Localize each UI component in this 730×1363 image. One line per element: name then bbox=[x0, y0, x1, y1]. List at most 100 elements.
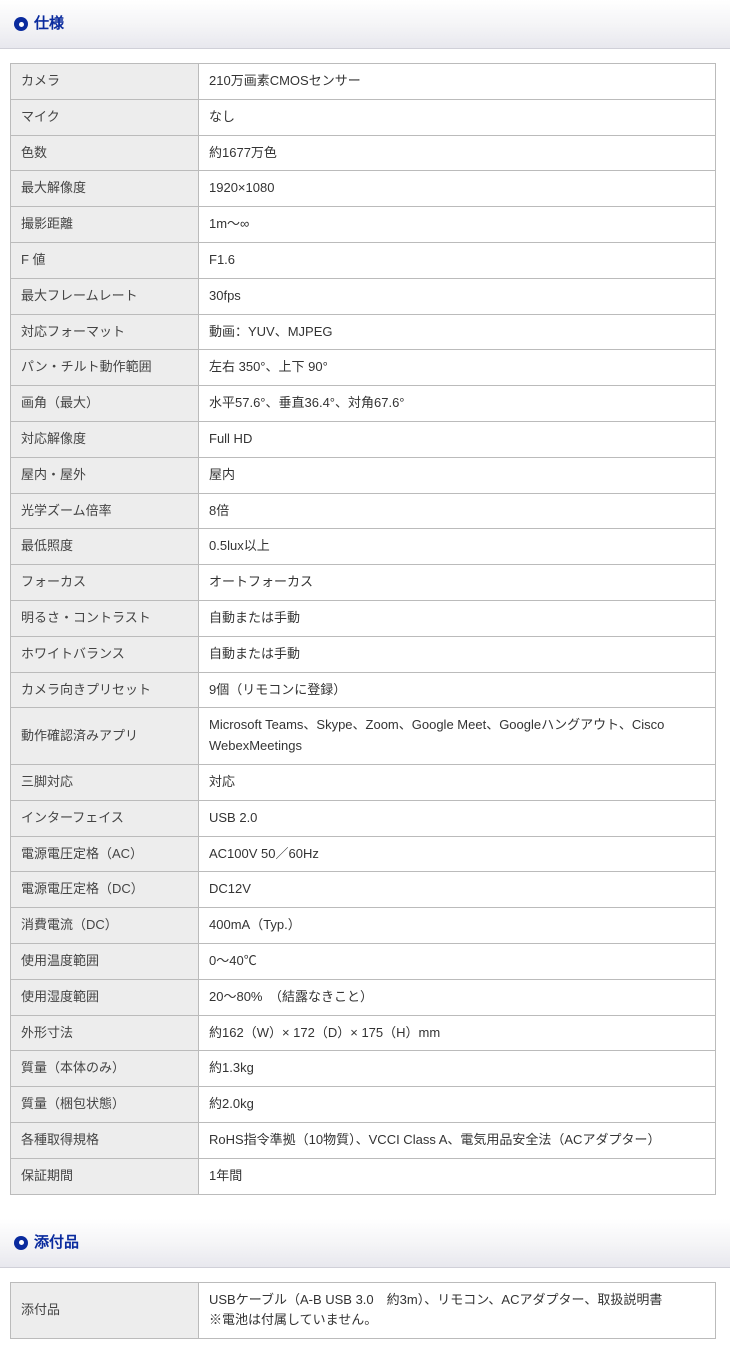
spec-label: マイク bbox=[11, 99, 199, 135]
spec-value: 30fps bbox=[199, 278, 716, 314]
spec-label: 各種取得規格 bbox=[11, 1122, 199, 1158]
table-row: 外形寸法約162（W）× 172（D）× 175（H）mm bbox=[11, 1015, 716, 1051]
table-row: 最大解像度1920×1080 bbox=[11, 171, 716, 207]
spec-label: カメラ bbox=[11, 64, 199, 100]
table-row: 使用温度範囲0～40℃ bbox=[11, 943, 716, 979]
spec-value: なし bbox=[199, 99, 716, 135]
table-row: カメラ210万画素CMOSセンサー bbox=[11, 64, 716, 100]
spec-value: オートフォーカス bbox=[199, 565, 716, 601]
table-row: 使用湿度範囲20～80% （結露なきこと） bbox=[11, 979, 716, 1015]
spec-value: 1年間 bbox=[199, 1158, 716, 1194]
table-row: 最低照度0.5lux以上 bbox=[11, 529, 716, 565]
spec-value: 1m～∞ bbox=[199, 207, 716, 243]
spec-label: 三脚対応 bbox=[11, 764, 199, 800]
spec-section-title: 仕様 bbox=[34, 12, 64, 36]
spec-label: 使用湿度範囲 bbox=[11, 979, 199, 1015]
table-row: 最大フレームレート30fps bbox=[11, 278, 716, 314]
spec-label: 最大フレームレート bbox=[11, 278, 199, 314]
spec-value: 対応 bbox=[199, 764, 716, 800]
spec-label: 保証期間 bbox=[11, 1158, 199, 1194]
spec-value: 約1.3kg bbox=[199, 1051, 716, 1087]
table-row: 屋内・屋外屋内 bbox=[11, 457, 716, 493]
spec-label: インターフェイス bbox=[11, 800, 199, 836]
table-row: F 値F1.6 bbox=[11, 242, 716, 278]
spec-value: 自動または手動 bbox=[199, 636, 716, 672]
table-row: フォーカスオートフォーカス bbox=[11, 565, 716, 601]
spec-label: 屋内・屋外 bbox=[11, 457, 199, 493]
table-row: 質量（梱包状態）約2.0kg bbox=[11, 1087, 716, 1123]
spec-label: 消費電流（DC） bbox=[11, 908, 199, 944]
spec-label: 光学ズーム倍率 bbox=[11, 493, 199, 529]
spec-value: 9個（リモコンに登録） bbox=[199, 672, 716, 708]
spec-value: 約2.0kg bbox=[199, 1087, 716, 1123]
spec-label: 撮影距離 bbox=[11, 207, 199, 243]
table-row: 保証期間1年間 bbox=[11, 1158, 716, 1194]
spec-label: 対応フォーマット bbox=[11, 314, 199, 350]
spec-value: Microsoft Teams、Skype、Zoom、Google Meet、G… bbox=[199, 708, 716, 765]
spec-value: DC12V bbox=[199, 872, 716, 908]
spec-section-header: 仕様 bbox=[0, 0, 730, 49]
spec-label: パン・チルト動作範囲 bbox=[11, 350, 199, 386]
spec-value: AC100V 50／60Hz bbox=[199, 836, 716, 872]
table-row: マイクなし bbox=[11, 99, 716, 135]
accessory-section-title: 添付品 bbox=[34, 1231, 79, 1255]
spec-label: フォーカス bbox=[11, 565, 199, 601]
table-row: 動作確認済みアプリMicrosoft Teams、Skype、Zoom、Goog… bbox=[11, 708, 716, 765]
table-row: 撮影距離1m～∞ bbox=[11, 207, 716, 243]
accessory-value: USBケーブル（A-B USB 3.0 約3m）、リモコン、ACアダプター、取扱… bbox=[199, 1282, 716, 1339]
spec-label: 外形寸法 bbox=[11, 1015, 199, 1051]
table-row: 明るさ・コントラスト自動または手動 bbox=[11, 600, 716, 636]
spec-value: F1.6 bbox=[199, 242, 716, 278]
spec-label: 電源電圧定格（AC） bbox=[11, 836, 199, 872]
spec-label: F 値 bbox=[11, 242, 199, 278]
spec-label: 明るさ・コントラスト bbox=[11, 600, 199, 636]
accessory-table: 添付品USBケーブル（A-B USB 3.0 約3m）、リモコン、ACアダプター… bbox=[10, 1282, 716, 1340]
bullet-icon bbox=[14, 17, 28, 31]
spec-value: 約1677万色 bbox=[199, 135, 716, 171]
spec-label: ホワイトバランス bbox=[11, 636, 199, 672]
spec-value: 約162（W）× 172（D）× 175（H）mm bbox=[199, 1015, 716, 1051]
table-row: 対応解像度Full HD bbox=[11, 421, 716, 457]
spec-value: Full HD bbox=[199, 421, 716, 457]
spec-value: 20～80% （結露なきこと） bbox=[199, 979, 716, 1015]
table-row: インターフェイスUSB 2.0 bbox=[11, 800, 716, 836]
spec-table: カメラ210万画素CMOSセンサーマイクなし色数約1677万色最大解像度1920… bbox=[10, 63, 716, 1195]
table-row: ホワイトバランス自動または手動 bbox=[11, 636, 716, 672]
table-row: カメラ向きプリセット9個（リモコンに登録） bbox=[11, 672, 716, 708]
spec-value: 屋内 bbox=[199, 457, 716, 493]
table-row: 消費電流（DC）400mA（Typ.） bbox=[11, 908, 716, 944]
spec-value: USB 2.0 bbox=[199, 800, 716, 836]
spec-value: 動画：YUV、MJPEG bbox=[199, 314, 716, 350]
spec-value: 400mA（Typ.） bbox=[199, 908, 716, 944]
spec-value: 水平57.6°、垂直36.4°、対角67.6° bbox=[199, 386, 716, 422]
spec-value: 210万画素CMOSセンサー bbox=[199, 64, 716, 100]
table-row: 色数約1677万色 bbox=[11, 135, 716, 171]
spec-label: 使用温度範囲 bbox=[11, 943, 199, 979]
spec-label: 電源電圧定格（DC） bbox=[11, 872, 199, 908]
spec-value: 1920×1080 bbox=[199, 171, 716, 207]
table-row: 電源電圧定格（AC）AC100V 50／60Hz bbox=[11, 836, 716, 872]
spec-label: 画角（最大） bbox=[11, 386, 199, 422]
spec-label: 対応解像度 bbox=[11, 421, 199, 457]
spec-value: 0.5lux以上 bbox=[199, 529, 716, 565]
table-row: 電源電圧定格（DC）DC12V bbox=[11, 872, 716, 908]
table-row: 各種取得規格RoHS指令準拠（10物質）、VCCI Class A、電気用品安全… bbox=[11, 1122, 716, 1158]
spec-value: 8倍 bbox=[199, 493, 716, 529]
spec-label: 最大解像度 bbox=[11, 171, 199, 207]
accessory-label: 添付品 bbox=[11, 1282, 199, 1339]
table-row: 対応フォーマット動画：YUV、MJPEG bbox=[11, 314, 716, 350]
spec-value: RoHS指令準拠（10物質）、VCCI Class A、電気用品安全法（ACアダ… bbox=[199, 1122, 716, 1158]
table-row: 質量（本体のみ）約1.3kg bbox=[11, 1051, 716, 1087]
spec-label: 動作確認済みアプリ bbox=[11, 708, 199, 765]
spec-label: 質量（梱包状態） bbox=[11, 1087, 199, 1123]
spec-value: 0～40℃ bbox=[199, 943, 716, 979]
spec-label: 最低照度 bbox=[11, 529, 199, 565]
table-row: 三脚対応対応 bbox=[11, 764, 716, 800]
table-row: 画角（最大）水平57.6°、垂直36.4°、対角67.6° bbox=[11, 386, 716, 422]
table-row: パン・チルト動作範囲左右 350°、上下 90° bbox=[11, 350, 716, 386]
table-row: 光学ズーム倍率8倍 bbox=[11, 493, 716, 529]
bullet-icon bbox=[14, 1236, 28, 1250]
spec-value: 自動または手動 bbox=[199, 600, 716, 636]
spec-label: 色数 bbox=[11, 135, 199, 171]
table-row: 添付品USBケーブル（A-B USB 3.0 約3m）、リモコン、ACアダプター… bbox=[11, 1282, 716, 1339]
